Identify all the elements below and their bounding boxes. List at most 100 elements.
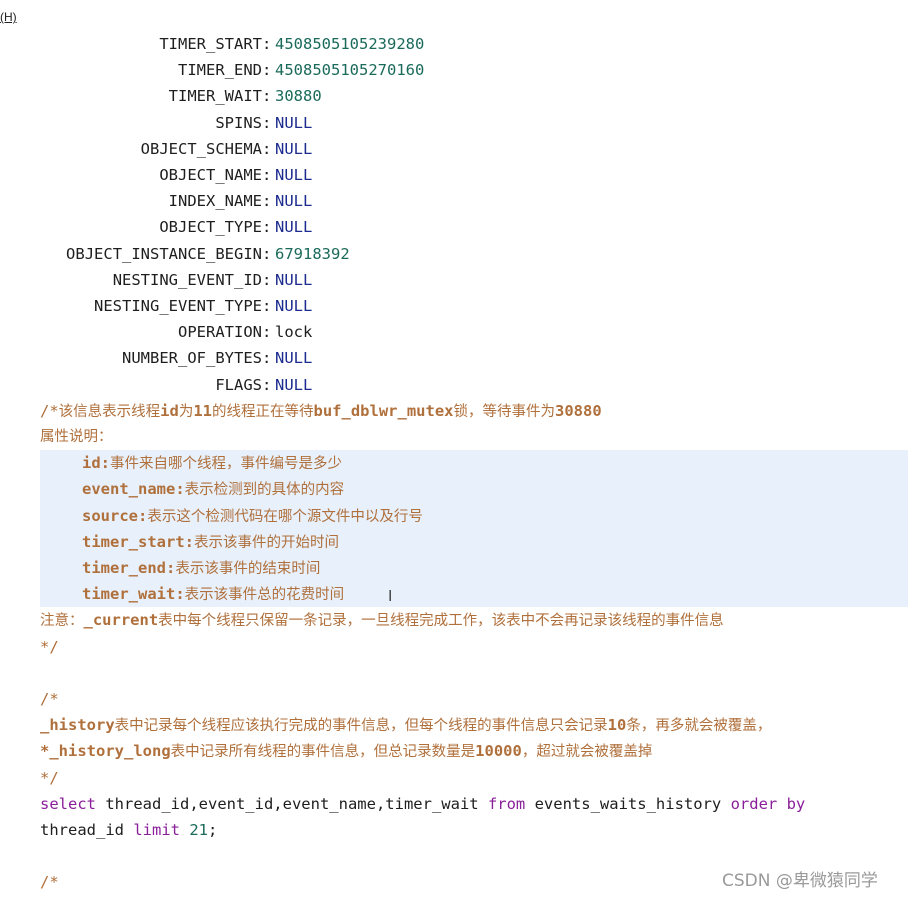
record-value: 4508505105239280 (275, 35, 425, 53)
comment-run: _history (40, 716, 115, 735)
record-colon: : (262, 270, 272, 289)
record-row: NESTING_EVENT_TYPE: NULL (0, 293, 908, 319)
record-value: NULL (275, 218, 313, 237)
record-value: 67918392 (275, 244, 350, 263)
record-key: INDEX_NAME (168, 192, 262, 211)
comment-run: 表中记录每个线程应该执行完成的事件信息，但每个线程的事件信息只会记录 (114, 718, 608, 735)
comment-line: *_history_long表中记录所有线程的事件信息，但总记录数量是10000… (0, 738, 908, 764)
comment-line: _history表中记录每个线程应该执行完成的事件信息，但每个线程的事件信息只会… (0, 712, 908, 738)
record-key: TIMER_START (159, 35, 262, 53)
property-desc: 表示这个检测代码在哪个源文件中以及行号 (147, 508, 423, 525)
record-value: NULL (275, 270, 313, 289)
property-description: timer_wait:表示该事件总的花费时间 (0, 581, 908, 607)
comment-run: 11 (193, 401, 213, 420)
comment-line: */ (0, 634, 908, 660)
comment-run: 的线程正在等待 (212, 403, 314, 420)
record-colon: : (262, 61, 272, 80)
record-colon: : (262, 113, 272, 132)
record-colon: : (262, 139, 272, 158)
property-text: event_name:表示检测到的具体的内容 (82, 476, 344, 503)
comment-text: /*该信息表示线程id为11的线程正在等待buf_dblwr_mutex锁，等待… (40, 398, 602, 425)
record-key: OBJECT_NAME (159, 166, 262, 184)
record-row: TIMER_END:4508505105270160 (0, 57, 908, 83)
property-text: timer_start:表示该事件的开始时间 (82, 529, 339, 556)
comment-text: _history表中记录每个线程应该执行完成的事件信息，但每个线程的事件信息只会… (40, 712, 771, 739)
record-row: NESTING_EVENT_ID: NULL (0, 267, 908, 293)
comment-run: ，超过就会被覆盖掉 (521, 744, 653, 761)
record-colon: : (262, 166, 272, 184)
record-row: OPERATION: lock (0, 319, 908, 345)
property-name: event_name: (82, 480, 185, 499)
record-row: OBJECT_INSTANCE_BEGIN:67918392 (0, 241, 908, 267)
comment-run: 为 (178, 403, 194, 420)
comment-run: 30880 (555, 401, 602, 420)
sql-run: from (487, 794, 526, 813)
sql-run: events_waits_history (525, 794, 731, 813)
property-name: timer_end: (82, 559, 176, 577)
record-row: INDEX_NAME: NULL (0, 188, 908, 214)
sql-text: select thread_id,event_id,event_name,tim… (40, 791, 805, 817)
record-key: OBJECT_TYPE (159, 218, 262, 237)
window-menu-label[interactable]: (H) (0, 10, 17, 24)
comment-run: id (160, 401, 179, 420)
record-key: NESTING_EVENT_TYPE (94, 297, 262, 315)
record-value: NULL (275, 139, 313, 158)
record-key: NUMBER_OF_BYTES (122, 349, 262, 368)
record-row: OBJECT_NAME: NULL (0, 162, 908, 188)
record-row: SPINS: NULL (0, 110, 908, 136)
comment-run: 10000 (475, 742, 522, 761)
property-name: source: (82, 506, 148, 525)
property-desc: 表示该事件的开始时间 (193, 534, 339, 551)
property-desc: 事件来自哪个线程，事件编号是多少 (110, 456, 342, 473)
comment-open: /* (40, 873, 59, 892)
comment-heading: 属性说明： (40, 429, 113, 445)
comment-line: */ (0, 765, 908, 791)
sql-line: select thread_id,event_id,event_name,tim… (0, 791, 908, 817)
record-row: TIMER_START:4508505105239280 (0, 31, 908, 57)
record-row: OBJECT_SCHEMA: NULL (0, 136, 908, 162)
record-value: 30880 (275, 87, 322, 106)
note-run: 注意： (40, 613, 84, 630)
record-row: OBJECT_TYPE: NULL (0, 214, 908, 240)
sql-run: thread_id (40, 821, 134, 839)
record-colon: : (262, 192, 272, 211)
record-value: NULL (275, 113, 313, 132)
record-key: TIMER_END (178, 61, 262, 80)
sql-run: select (40, 794, 96, 813)
record-colon: : (262, 349, 272, 368)
comment-line: /* (0, 686, 908, 712)
sql-text: thread_id limit 21; (40, 817, 217, 843)
record-colon: : (262, 297, 272, 315)
comment-run: 条，再多就会被覆盖， (626, 718, 772, 735)
sql-run: ; (208, 821, 218, 839)
record-key: OBJECT_SCHEMA (140, 139, 262, 158)
comment-open: /* (40, 690, 59, 708)
record-key: OPERATION (178, 323, 262, 342)
note-run: 表中每个线程只保留一条记录，一旦线程完成工作，该表中不会再记录该线程的事件信息 (158, 613, 724, 630)
property-desc: 表示该事件的结束时间 (175, 561, 321, 577)
record-key: NESTING_EVENT_ID (112, 270, 262, 289)
record-key: TIMER_WAIT (168, 87, 262, 106)
property-text: source:表示这个检测代码在哪个源文件中以及行号 (82, 503, 423, 530)
sql-run: thread_id,event_id,event_name,timer_wait (96, 794, 488, 813)
record-colon: : (262, 35, 272, 53)
record-value: 4508505105270160 (275, 61, 425, 80)
comment-line: /*该信息表示线程id为11的线程正在等待buf_dblwr_mutex锁，等待… (0, 398, 908, 424)
record-value: NULL (275, 375, 313, 394)
sql-run (180, 821, 189, 839)
property-text: timer_wait:表示该事件总的花费时间 (82, 581, 344, 608)
property-name: id: (82, 454, 110, 473)
record-colon: : (262, 375, 272, 394)
record-colon: : (262, 87, 272, 106)
property-desc: 表示检测到的具体的内容 (184, 482, 345, 499)
record-key: SPINS (215, 113, 262, 132)
record-colon: : (262, 323, 272, 342)
property-name: timer_start: (82, 532, 194, 551)
comment-close: */ (40, 768, 59, 787)
sql-run: limit (133, 821, 180, 839)
property-description: timer_end:表示该事件的结束时间 (0, 555, 908, 581)
property-text: id:事件来自哪个线程，事件编号是多少 (82, 450, 342, 477)
property-description: id:事件来自哪个线程，事件编号是多少 (0, 450, 908, 476)
property-name: timer_wait: (82, 585, 185, 604)
record-row: FLAGS: NULL (0, 372, 908, 398)
